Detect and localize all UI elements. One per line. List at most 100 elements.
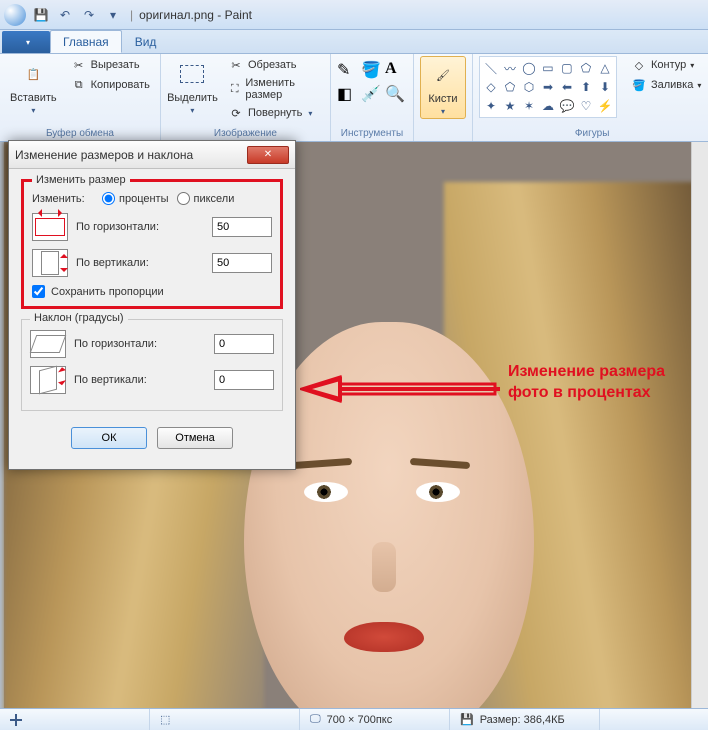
brush-icon: 🖌 [427,59,459,91]
resize-horizontal-input[interactable] [212,217,272,237]
copy-icon: ⧉ [71,77,87,93]
group-clipboard-label: Буфер обмена [6,126,154,141]
rotate-button[interactable]: ⟳Повернуть▾ [224,104,324,122]
cancel-button[interactable]: Отмена [157,427,233,449]
cursor-pos-icon [10,714,22,726]
shape-line-icon[interactable]: ＼ [482,59,500,77]
dialog-close-button[interactable]: ✕ [247,146,289,164]
vertical-scrollbar[interactable] [691,142,708,708]
resize-vertical-input[interactable] [212,253,272,273]
shape-star4-icon[interactable]: ✦ [482,97,500,115]
redo-icon[interactable]: ↷ [78,4,100,26]
group-shapes: ＼〰◯▭▢⬠△ ◇⬠⬡➡⬅⬆⬇ ✦★✶☁💬♡⚡ ◇Контур▾ 🪣Заливк… [473,54,708,141]
tab-view[interactable]: Вид [122,30,170,53]
shape-fill-button[interactable]: 🪣Заливка▾ [627,76,705,94]
file-tab[interactable] [2,31,50,53]
group-image-label: Изображение [167,126,324,141]
shape-callout-icon[interactable]: ☁ [539,97,557,115]
resize-horizontal-icon [32,213,68,241]
shape-arrow-l-icon[interactable]: ⬅ [558,78,576,96]
brushes-button[interactable]: 🖌 Кисти ▾ [420,56,466,119]
crop-icon: ✂ [228,57,244,73]
resize-button[interactable]: ⛶Изменить размер [224,76,324,102]
pencil-tool-icon[interactable]: ✎ [337,60,359,82]
paste-button[interactable]: 📋 Вставить ▾ [6,56,61,117]
shape-arrow-d-icon[interactable]: ⬇ [596,78,614,96]
paint-orb-icon[interactable] [4,4,26,26]
selection-size-icon: ⬚ [160,713,170,726]
radio-percent[interactable]: проценты [102,192,169,205]
picker-tool-icon[interactable]: 💉 [361,84,383,106]
title-separator: | [130,8,133,22]
group-clipboard: 📋 Вставить ▾ ✂Вырезать ⧉Копировать Буфер… [0,54,161,141]
skew-legend: Наклон (градусы) [30,312,128,324]
group-tools-label: Инструменты [337,126,407,141]
shape-oval-icon[interactable]: ◯ [520,59,538,77]
skew-vertical-icon [30,366,66,394]
radio-pixels-input[interactable] [177,192,190,205]
skew-vertical-input[interactable] [214,370,274,390]
skew-horizontal-label: По горизонтали: [74,338,206,350]
shape-outline-button[interactable]: ◇Контур▾ [627,56,705,74]
shape-rect-icon[interactable]: ▭ [539,59,557,77]
group-brushes: 🖌 Кисти ▾ [414,54,473,141]
shape-curve-icon[interactable]: 〰 [501,59,519,77]
resize-skew-dialog: Изменение размеров и наклона ✕ Изменить … [8,140,296,470]
keep-aspect-checkbox[interactable] [32,285,45,298]
text-tool-icon[interactable]: A [385,60,407,82]
shape-triangle-icon[interactable]: △ [596,59,614,77]
undo-icon[interactable]: ↶ [54,4,76,26]
shape-callout2-icon[interactable]: 💬 [558,97,576,115]
group-image: Выделить ▾ ✂Обрезать ⛶Изменить размер ⟳П… [161,54,331,141]
shape-arrow-r-icon[interactable]: ➡ [539,78,557,96]
radio-pixels[interactable]: пиксели [177,192,235,205]
resize-vertical-label: По вертикали: [76,257,204,269]
resize-icon: ⛶ [228,81,241,97]
dialog-titlebar[interactable]: Изменение размеров и наклона ✕ [9,141,295,169]
window-appname: Paint [225,8,252,22]
status-canvas-size: 🖵700 × 700пкс [300,709,450,730]
tab-home[interactable]: Главная [50,30,122,53]
group-brushes-label [420,126,466,141]
paste-icon: 📋 [17,58,49,90]
shape-hexagon-icon[interactable]: ⬡ [520,78,538,96]
annotation-text: Изменение размера фото в процентах [508,362,708,404]
resize-horizontal-label: По горизонтали: [76,221,204,233]
qat-customize-icon[interactable]: ▾ [102,4,124,26]
eraser-tool-icon[interactable]: ◧ [337,84,359,106]
ok-button[interactable]: ОК [71,427,147,449]
annotation-arrow-icon [300,374,500,404]
copy-button[interactable]: ⧉Копировать [67,76,154,94]
select-icon [176,58,208,90]
skew-horizontal-input[interactable] [214,334,274,354]
select-button[interactable]: Выделить ▾ [167,56,218,117]
radio-percent-input[interactable] [102,192,115,205]
group-tools: ✎ 🪣 A ◧ 💉 🔍 Инструменты [331,54,414,141]
shape-heart-icon[interactable]: ♡ [577,97,595,115]
crop-button[interactable]: ✂Обрезать [224,56,324,74]
ribbon: 📋 Вставить ▾ ✂Вырезать ⧉Копировать Буфер… [0,54,708,142]
ribbon-tabs: Главная Вид [0,30,708,54]
magnifier-tool-icon[interactable]: 🔍 [385,84,407,106]
shape-roundrect-icon[interactable]: ▢ [558,59,576,77]
shape-polygon-icon[interactable]: ⬠ [577,59,595,77]
shape-star6-icon[interactable]: ✶ [520,97,538,115]
resize-fieldset: Изменить размер Изменить: проценты пиксе… [21,179,283,309]
shape-pentagon-icon[interactable]: ⬠ [501,78,519,96]
shape-rhombus-icon[interactable]: ◇ [482,78,500,96]
cut-button[interactable]: ✂Вырезать [67,56,154,74]
dialog-title: Изменение размеров и наклона [15,148,193,162]
skew-horizontal-icon [30,330,66,358]
status-cursor-pos [0,709,150,730]
skew-vertical-label: По вертикали: [74,374,206,386]
paste-label: Вставить [10,92,57,104]
save-icon[interactable]: 💾 [30,4,52,26]
shape-lightning-icon[interactable]: ⚡ [596,97,614,115]
fill-icon: 🪣 [631,77,647,93]
window-filename: оригинал.png [139,8,214,22]
shape-star5-icon[interactable]: ★ [501,97,519,115]
shape-arrow-u-icon[interactable]: ⬆ [577,78,595,96]
shapes-gallery[interactable]: ＼〰◯▭▢⬠△ ◇⬠⬡➡⬅⬆⬇ ✦★✶☁💬♡⚡ [479,56,617,118]
canvas-size-icon: 🖵 [310,713,321,726]
bucket-tool-icon[interactable]: 🪣 [361,60,383,82]
